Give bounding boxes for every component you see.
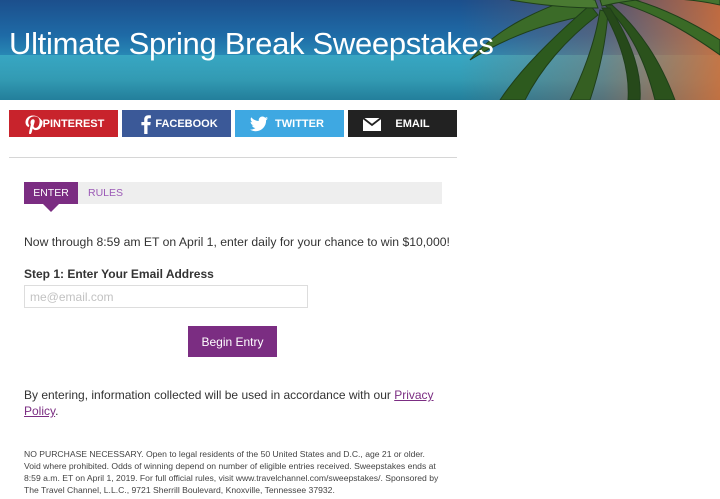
intro-text: Now through 8:59 am ET on April 1, enter… <box>24 235 450 249</box>
active-tab-pointer <box>43 204 59 212</box>
privacy-suffix: . <box>55 404 59 418</box>
tab-rules[interactable]: RULES <box>88 182 123 204</box>
email-share-button[interactable]: EMAIL <box>348 110 457 137</box>
tab-enter[interactable]: ENTER <box>24 182 78 212</box>
privacy-notice: By entering, information collected will … <box>24 387 444 419</box>
hero-banner: Ultimate Spring Break Sweepstakes <box>0 0 720 100</box>
page-title: Ultimate Spring Break Sweepstakes <box>9 26 494 61</box>
facebook-label: FACEBOOK <box>155 118 218 130</box>
share-bar: PINTEREST FACEBOOK TWITTER EMAIL <box>9 110 457 137</box>
divider <box>9 157 457 158</box>
tab-enter-label: ENTER <box>33 187 69 199</box>
email-step-label: Step 1: Enter Your Email Address <box>24 267 214 281</box>
facebook-share-button[interactable]: FACEBOOK <box>122 110 231 137</box>
begin-entry-button[interactable]: Begin Entry <box>188 326 277 357</box>
twitter-share-button[interactable]: TWITTER <box>235 110 344 137</box>
tab-rules-label: RULES <box>88 187 124 199</box>
tab-bar: ENTER RULES <box>24 182 442 212</box>
email-field[interactable] <box>24 285 308 308</box>
pinterest-label: PINTEREST <box>42 118 105 130</box>
privacy-text: By entering, information collected will … <box>24 388 395 402</box>
legal-disclaimer: NO PURCHASE NECESSARY. Open to legal res… <box>24 449 439 495</box>
twitter-label: TWITTER <box>275 118 324 130</box>
pinterest-share-button[interactable]: PINTEREST <box>9 110 118 137</box>
email-label: EMAIL <box>395 118 430 130</box>
